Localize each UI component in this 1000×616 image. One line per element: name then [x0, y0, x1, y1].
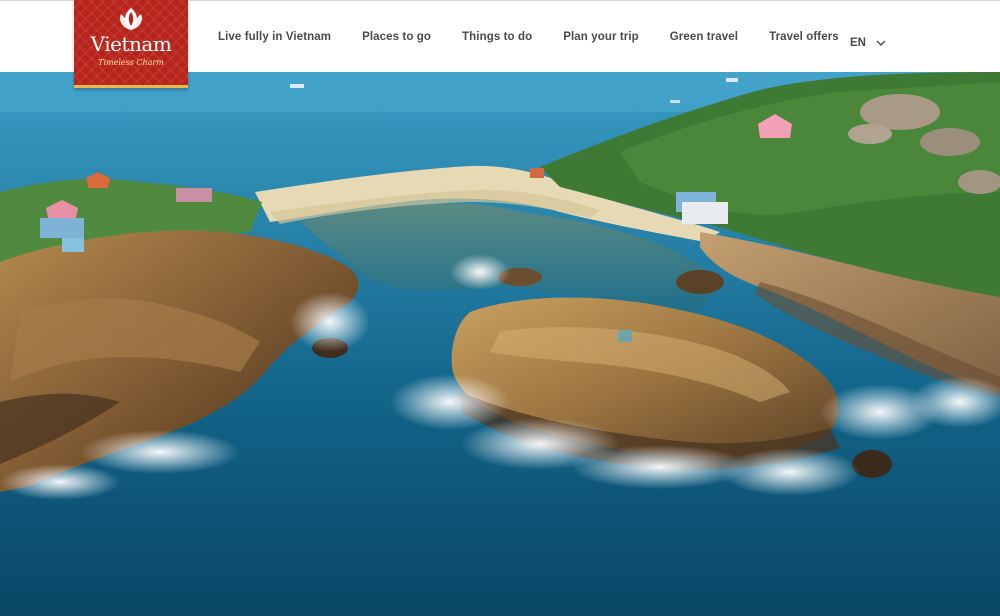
nav-item-live-fully[interactable]: Live fully in Vietnam	[218, 31, 331, 43]
hero-image	[0, 72, 1000, 616]
chevron-down-icon	[876, 40, 886, 46]
aerial-coast-photo	[0, 72, 1000, 616]
language-selector[interactable]: EN	[850, 37, 886, 49]
nav-item-plan-your-trip[interactable]: Plan your trip	[563, 31, 639, 43]
vietnam-logo[interactable]: Vietnam Timeless Charm	[74, 0, 188, 88]
language-label: EN	[850, 37, 866, 49]
logo-tagline: Timeless Charm	[98, 58, 164, 67]
nav-item-places-to-go[interactable]: Places to go	[362, 31, 431, 43]
logo-wordmark: Vietnam	[90, 32, 172, 56]
main-nav: Live fully in Vietnam Places to go Thing…	[218, 1, 870, 73]
nav-item-things-to-do[interactable]: Things to do	[462, 31, 532, 43]
page: Live fully in Vietnam Places to go Thing…	[0, 0, 1000, 616]
nav-item-travel-offers[interactable]: Travel offers	[769, 31, 839, 43]
nav-item-green-travel[interactable]: Green travel	[670, 31, 738, 43]
lotus-icon	[120, 8, 142, 30]
logo-gold-bar	[74, 85, 188, 88]
